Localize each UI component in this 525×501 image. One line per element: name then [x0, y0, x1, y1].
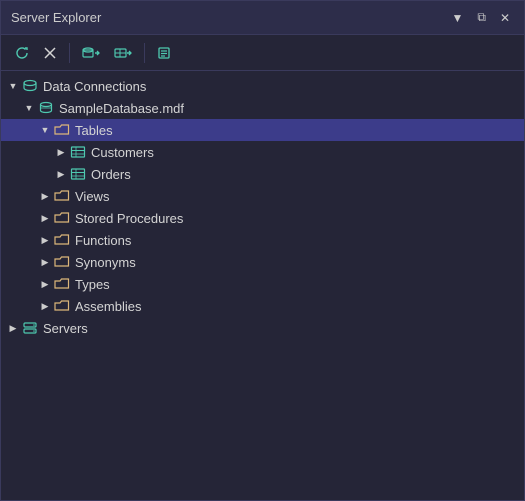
close-button[interactable]: ✕ [496, 9, 514, 27]
orders-expand[interactable] [53, 166, 69, 182]
stored-procedures-expand[interactable] [37, 210, 53, 226]
types-folder-icon [53, 276, 71, 292]
functions-label: Functions [75, 233, 131, 248]
database-expand[interactable] [21, 100, 37, 116]
toolbar-separator-1 [69, 43, 70, 63]
views-item[interactable]: Views [1, 185, 524, 207]
servers-icon [21, 320, 39, 336]
types-item[interactable]: Types [1, 273, 524, 295]
tree-container[interactable]: Data Connections SampleDatabase.mdf [1, 71, 524, 500]
views-expand[interactable] [37, 188, 53, 204]
stored-procedures-folder-icon [53, 210, 71, 226]
refresh-button[interactable] [9, 42, 35, 64]
database-item[interactable]: SampleDatabase.mdf [1, 97, 524, 119]
connect-server-button[interactable] [108, 42, 138, 64]
assemblies-item[interactable]: Assemblies [1, 295, 524, 317]
filter-button[interactable] [151, 42, 177, 64]
title-controls: ▼ ⧉ ✕ [447, 8, 514, 27]
toolbar [1, 35, 524, 71]
functions-folder-icon [53, 232, 71, 248]
stored-procedures-item[interactable]: Stored Procedures [1, 207, 524, 229]
synonyms-item[interactable]: Synonyms [1, 251, 524, 273]
data-connections-label: Data Connections [43, 79, 146, 94]
tables-expand[interactable] [37, 122, 53, 138]
orders-item[interactable]: Orders [1, 163, 524, 185]
assemblies-label: Assemblies [75, 299, 141, 314]
synonyms-label: Synonyms [75, 255, 136, 270]
views-folder-icon [53, 188, 71, 204]
data-connections-item[interactable]: Data Connections [1, 75, 524, 97]
servers-expand[interactable] [5, 320, 21, 336]
customers-label: Customers [91, 145, 154, 160]
assemblies-expand[interactable] [37, 298, 53, 314]
customers-expand[interactable] [53, 144, 69, 160]
servers-item[interactable]: Servers [1, 317, 524, 339]
orders-label: Orders [91, 167, 131, 182]
types-expand[interactable] [37, 276, 53, 292]
connect-server-icon [113, 45, 133, 61]
delete-button[interactable] [37, 42, 63, 64]
tables-item[interactable]: Tables [1, 119, 524, 141]
synonyms-expand[interactable] [37, 254, 53, 270]
connect-db-button[interactable] [76, 42, 106, 64]
pin-button[interactable]: ⧉ [473, 8, 490, 27]
tables-label: Tables [75, 123, 113, 138]
dropdown-button[interactable]: ▼ [447, 9, 467, 27]
database-label: SampleDatabase.mdf [59, 101, 184, 116]
views-label: Views [75, 189, 109, 204]
customers-item[interactable]: Customers [1, 141, 524, 163]
title-bar: Server Explorer ▼ ⧉ ✕ [1, 1, 524, 35]
connect-db-icon [81, 45, 101, 61]
synonyms-folder-icon [53, 254, 71, 270]
server-explorer-window: Server Explorer ▼ ⧉ ✕ [0, 0, 525, 501]
types-label: Types [75, 277, 110, 292]
filter-icon [156, 45, 172, 61]
window-title: Server Explorer [11, 10, 101, 25]
delete-icon [42, 45, 58, 61]
servers-label: Servers [43, 321, 88, 336]
toolbar-separator-2 [144, 43, 145, 63]
customers-table-icon [69, 144, 87, 160]
assemblies-folder-icon [53, 298, 71, 314]
functions-item[interactable]: Functions [1, 229, 524, 251]
stored-procedures-label: Stored Procedures [75, 211, 183, 226]
data-connections-expand[interactable] [5, 78, 21, 94]
database-icon [37, 100, 55, 116]
refresh-icon [14, 45, 30, 61]
connections-icon [21, 78, 39, 94]
functions-expand[interactable] [37, 232, 53, 248]
tables-folder-icon [53, 122, 71, 138]
orders-table-icon [69, 166, 87, 182]
